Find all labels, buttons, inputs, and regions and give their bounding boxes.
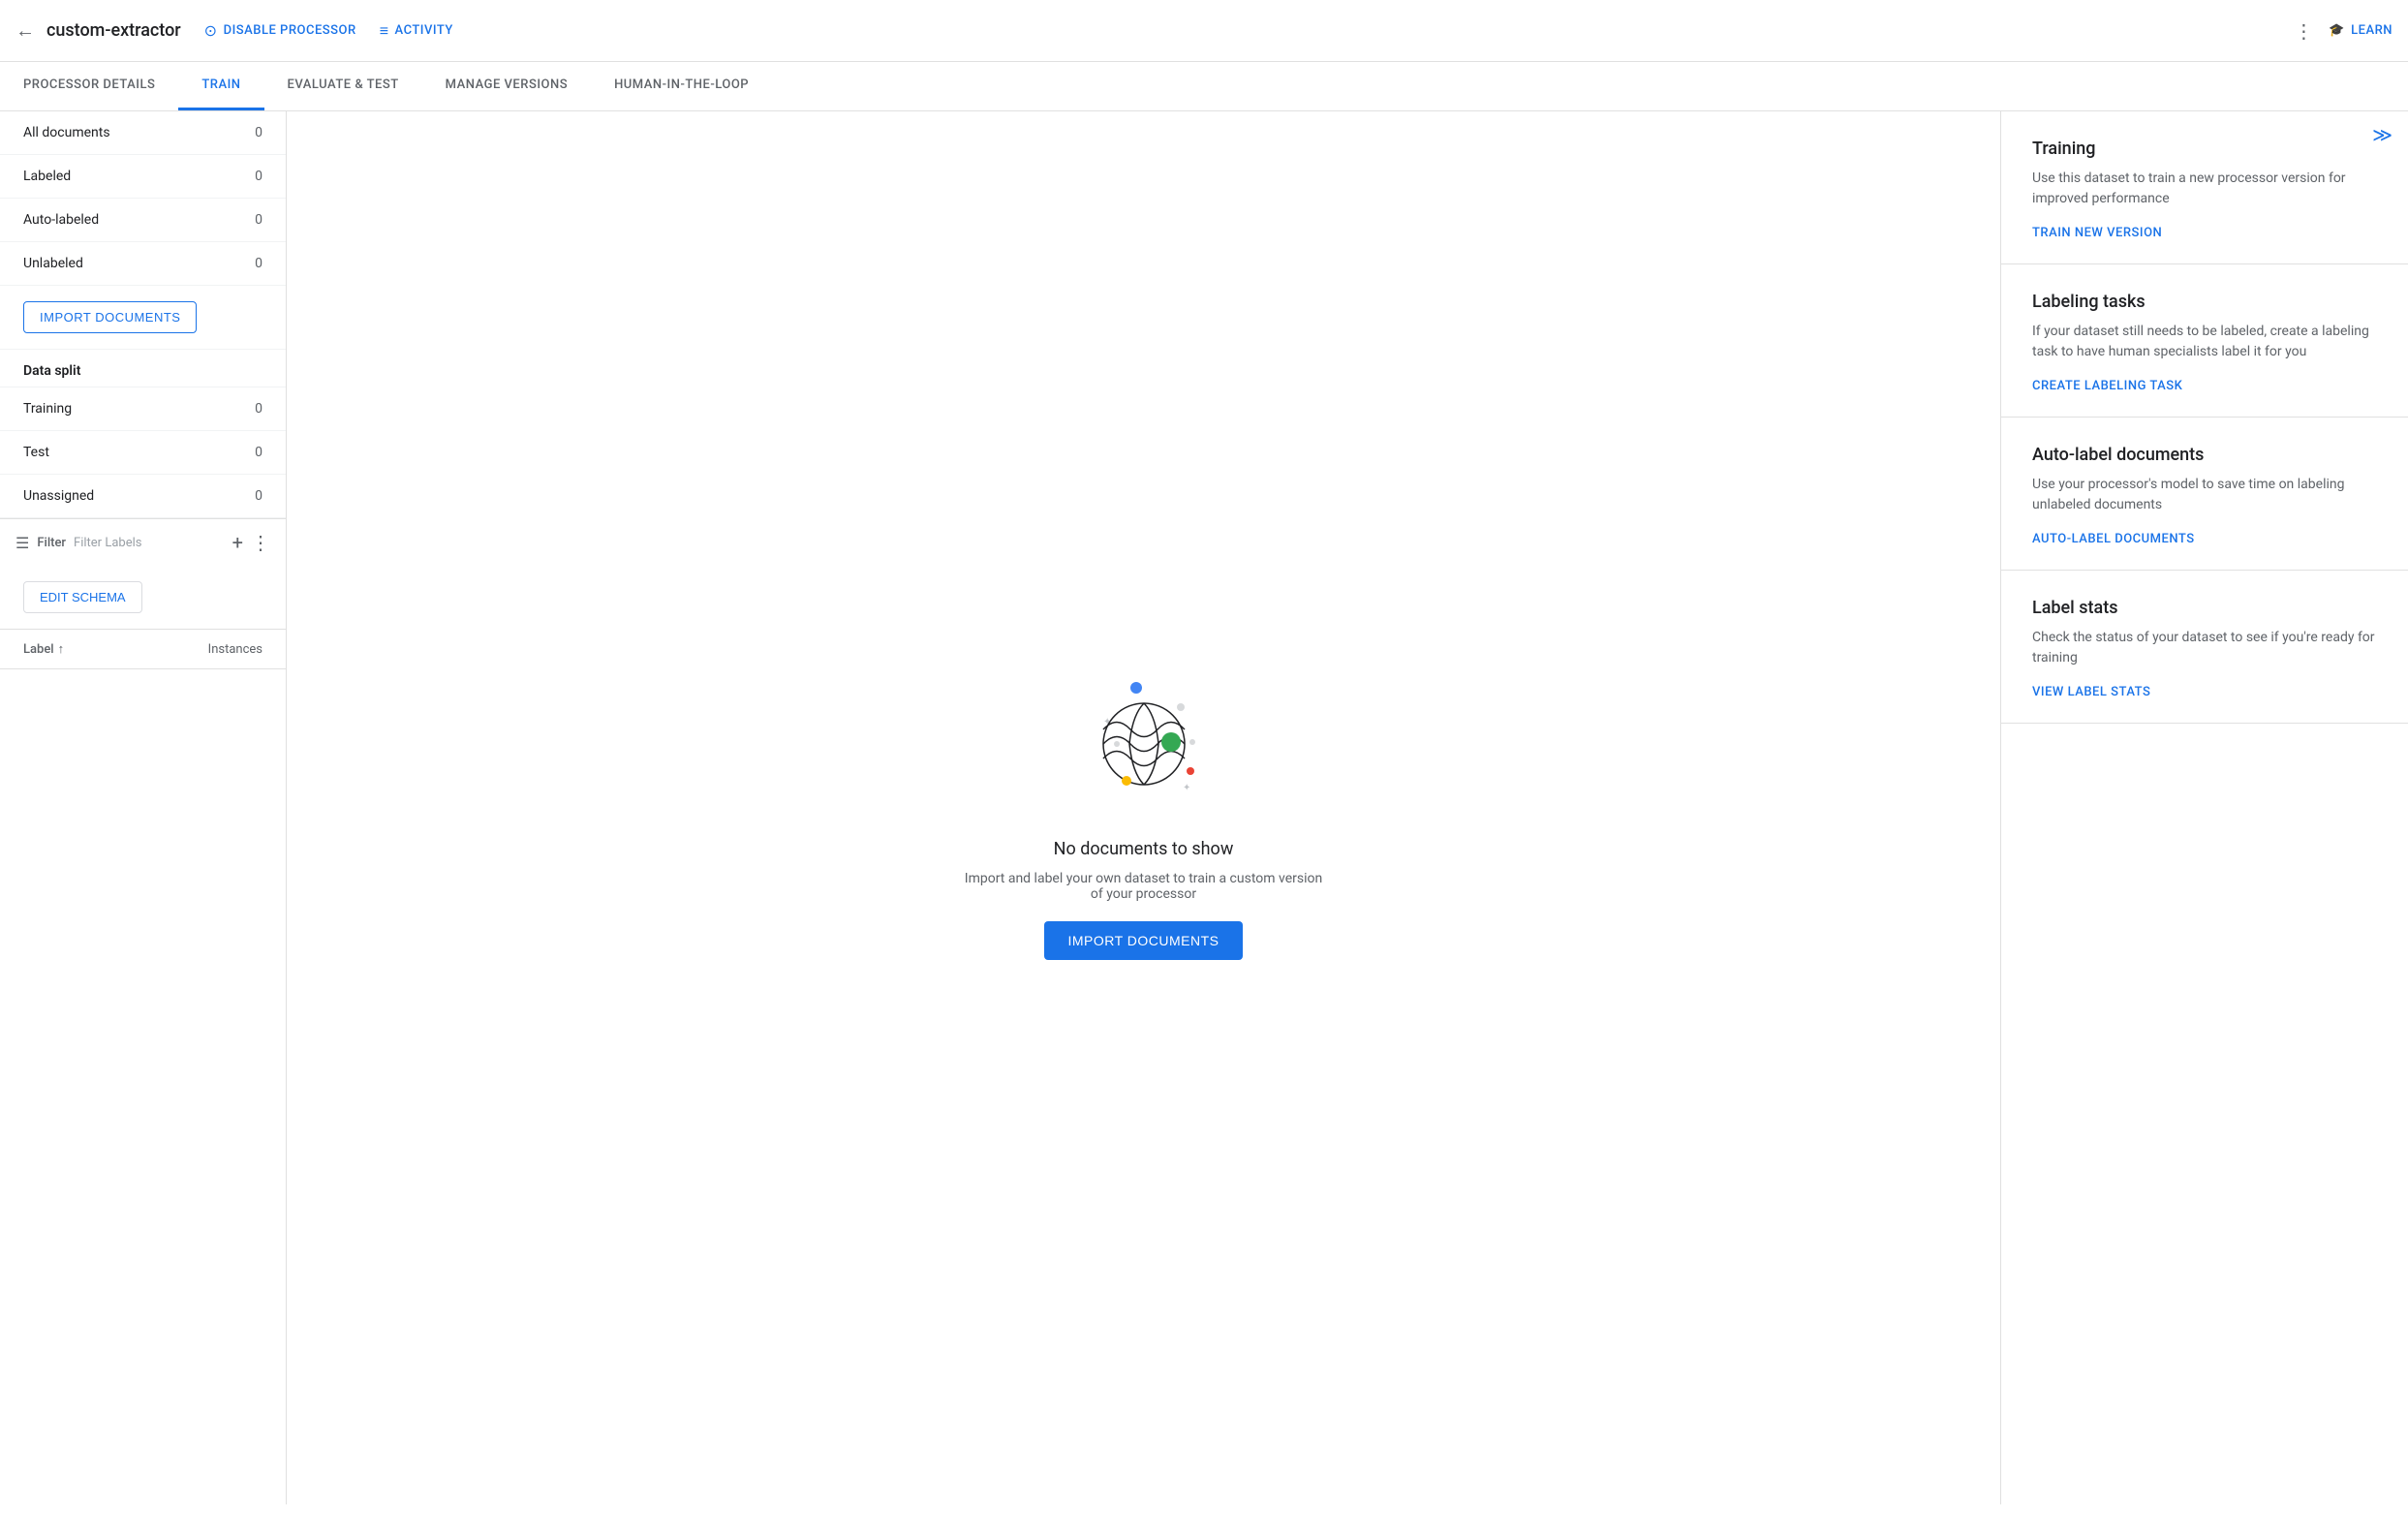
create-labeling-task-link[interactable]: CREATE LABELING TASK	[2032, 379, 2182, 393]
labeled-count: 0	[255, 169, 262, 184]
header-actions: ⊙ DISABLE PROCESSOR ≡ ACTIVITY	[204, 21, 453, 41]
tab-train[interactable]: TRAIN	[178, 62, 263, 110]
training-section-title: Training	[2032, 139, 2377, 159]
instances-col-text: Instances	[208, 642, 262, 657]
unassigned-label: Unassigned	[23, 488, 94, 504]
filter-add-button[interactable]: +	[232, 531, 243, 554]
center-content: ✦ ✦ No documents to show Import and labe…	[287, 111, 2001, 1504]
disable-processor-button[interactable]: ⊙ DISABLE PROCESSOR	[204, 21, 356, 40]
filter-labels-text[interactable]: Filter Labels	[74, 536, 225, 550]
svg-text:✦: ✦	[1103, 717, 1111, 728]
auto-labeled-count: 0	[255, 212, 262, 228]
test-count: 0	[255, 445, 262, 460]
import-documents-button[interactable]: IMPORT DOCUMENTS	[23, 301, 197, 333]
view-label-stats-link[interactable]: VIEW LABEL STATS	[2032, 685, 2150, 699]
empty-illustration: ✦ ✦	[1066, 657, 1221, 812]
tab-human-in-the-loop[interactable]: HUMAN-IN-THE-LOOP	[591, 62, 772, 110]
training-row: Training 0	[0, 387, 286, 431]
unlabeled-count: 0	[255, 256, 262, 271]
labeling-tasks-desc: If your dataset still needs to be labele…	[2032, 322, 2377, 362]
label-col-text: Label	[23, 642, 54, 657]
left-sidebar: All documents 0 Labeled 0 Auto-labeled 0…	[0, 111, 287, 1504]
auto-label-desc: Use your processor's model to save time …	[2032, 475, 2377, 515]
sort-icon[interactable]: ↑	[58, 641, 65, 657]
test-label: Test	[23, 445, 49, 460]
main-layout: All documents 0 Labeled 0 Auto-labeled 0…	[0, 111, 2408, 1504]
tab-processor-details[interactable]: PROCESSOR DETAILS	[0, 62, 178, 110]
unassigned-row: Unassigned 0	[0, 475, 286, 518]
labeling-tasks-title: Labeling tasks	[2032, 292, 2377, 312]
label-header-row: Label ↑ Instances	[0, 630, 286, 669]
all-documents-count: 0	[255, 125, 262, 140]
training-label: Training	[23, 401, 72, 417]
training-count: 0	[255, 401, 262, 417]
app-header: ← custom-extractor ⊙ DISABLE PROCESSOR ≡…	[0, 0, 2408, 62]
empty-subtitle: Import and label your own dataset to tra…	[960, 871, 1328, 902]
label-sort-header: Label ↑	[23, 641, 64, 657]
filter-label: Filter	[37, 536, 66, 550]
auto-label-documents-link[interactable]: AUTO-LABEL DOCUMENTS	[2032, 532, 2195, 546]
all-documents-label: All documents	[23, 125, 110, 140]
test-row: Test 0	[0, 431, 286, 475]
right-panel: ≫ Training Use this dataset to train a n…	[2001, 111, 2408, 1504]
back-button[interactable]: ←	[15, 18, 35, 43]
all-documents-row: All documents 0	[0, 111, 286, 155]
labeled-label: Labeled	[23, 169, 71, 184]
doc-counts-section: All documents 0 Labeled 0 Auto-labeled 0…	[0, 111, 286, 286]
header-right: ⋮ 🎓 LEARN	[2294, 19, 2393, 43]
activity-icon: ≡	[380, 21, 389, 41]
labeled-row: Labeled 0	[0, 155, 286, 199]
learn-icon: 🎓	[2329, 23, 2345, 38]
activity-button[interactable]: ≡ ACTIVITY	[380, 21, 453, 41]
labeling-tasks-section: Labeling tasks If your dataset still nee…	[2001, 264, 2408, 418]
empty-state: ✦ ✦ No documents to show Import and labe…	[929, 626, 1359, 991]
disable-processor-icon: ⊙	[204, 21, 218, 40]
training-section-desc: Use this dataset to train a new processo…	[2032, 169, 2377, 209]
svg-text:✦: ✦	[1183, 783, 1190, 793]
unlabeled-row: Unlabeled 0	[0, 242, 286, 286]
label-stats-desc: Check the status of your dataset to see …	[2032, 628, 2377, 668]
train-new-version-link[interactable]: TRAIN NEW VERSION	[2032, 226, 2162, 240]
label-stats-section: Label stats Check the status of your dat…	[2001, 571, 2408, 724]
auto-label-title: Auto-label documents	[2032, 445, 2377, 465]
tab-evaluate-test[interactable]: EVALUATE & TEST	[264, 62, 422, 110]
unassigned-count: 0	[255, 488, 262, 504]
page-title: custom-extractor	[46, 20, 181, 41]
training-section: Training Use this dataset to train a new…	[2001, 111, 2408, 264]
data-split-header: Data split	[0, 350, 286, 387]
import-documents-main-button[interactable]: IMPORT DOCUMENTS	[1044, 921, 1242, 960]
auto-label-section: Auto-label documents Use your processor'…	[2001, 418, 2408, 571]
filter-row: ☰ Filter Filter Labels + ⋮	[0, 518, 286, 566]
filter-more-button[interactable]: ⋮	[251, 531, 270, 554]
label-stats-title: Label stats	[2032, 598, 2377, 618]
learn-button[interactable]: 🎓 LEARN	[2329, 23, 2393, 38]
collapse-panel-button[interactable]: ≫	[2372, 123, 2393, 146]
auto-labeled-label: Auto-labeled	[23, 212, 99, 228]
more-options-button[interactable]: ⋮	[2294, 19, 2313, 43]
auto-labeled-row: Auto-labeled 0	[0, 199, 286, 242]
import-btn-row: IMPORT DOCUMENTS	[0, 286, 286, 350]
edit-schema-row: EDIT SCHEMA	[0, 566, 286, 630]
tab-manage-versions[interactable]: MANAGE VERSIONS	[422, 62, 591, 110]
empty-title: No documents to show	[1054, 839, 1234, 859]
filter-icon: ☰	[15, 534, 29, 552]
tabs-bar: PROCESSOR DETAILS TRAIN EVALUATE & TEST …	[0, 62, 2408, 111]
edit-schema-button[interactable]: EDIT SCHEMA	[23, 581, 142, 613]
unlabeled-label: Unlabeled	[23, 256, 83, 271]
